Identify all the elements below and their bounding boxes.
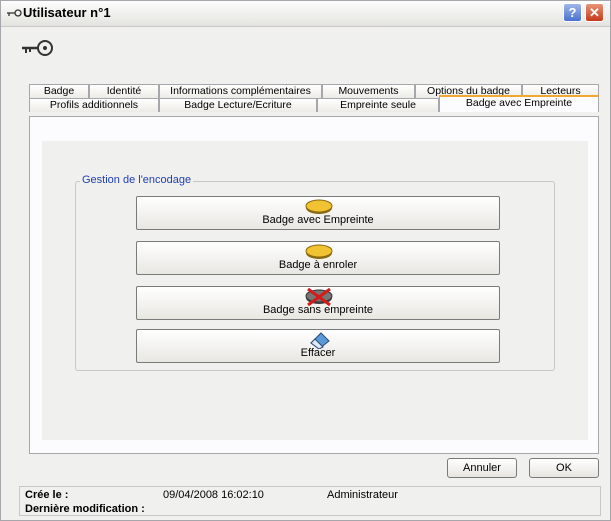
tab-mouvements[interactable]: Mouvements	[322, 84, 415, 98]
help-button[interactable]: ?	[563, 3, 582, 22]
encoding-group: Gestion de l'encodage Badge avec Emprein…	[75, 174, 555, 371]
created-value: 09/04/2008 16:02:10	[163, 489, 264, 501]
group-label: Gestion de l'encodage	[80, 174, 194, 186]
badge-a-enroler-button[interactable]: Badge à enroler	[136, 241, 500, 275]
key-icon	[7, 9, 22, 17]
tab-strip: Badge Identité Informations complémentai…	[29, 81, 599, 112]
tab-empreinte-seule[interactable]: Empreinte seule	[317, 98, 439, 112]
tab-profils[interactable]: Profils additionnels	[29, 98, 159, 112]
ok-button[interactable]: OK	[529, 458, 599, 478]
tab-informations[interactable]: Informations complémentaires	[159, 84, 322, 98]
key-icon	[22, 40, 53, 56]
tab-identite[interactable]: Identité	[89, 84, 159, 98]
content-area: Gestion de l'encodage Badge avec Emprein…	[42, 141, 588, 440]
badge-sans-empreinte-button[interactable]: Badge sans empreinte	[136, 286, 500, 320]
status-panel: Crée le : 09/04/2008 16:02:10 Administra…	[19, 486, 601, 516]
created-by: Administrateur	[327, 489, 398, 501]
tab-badge-avec-empreinte[interactable]: Badge avec Empreinte	[439, 95, 599, 112]
close-button[interactable]: ✕	[585, 3, 604, 22]
cancel-button[interactable]: Annuler	[447, 458, 517, 478]
tab-lecture-ecriture[interactable]: Badge Lecture/Ecriture	[159, 98, 317, 112]
window-title: Utilisateur n°1	[23, 5, 111, 20]
effacer-button[interactable]: Effacer	[136, 329, 500, 363]
badge-avec-empreinte-button[interactable]: Badge avec Empreinte	[136, 196, 500, 230]
dialog-window: Utilisateur n°1 ? ✕ Badge Identité Infor…	[0, 0, 611, 521]
title-bar: Utilisateur n°1 ? ✕	[1, 1, 610, 27]
tab-badge[interactable]: Badge	[29, 84, 89, 98]
created-label: Crée le :	[25, 489, 69, 501]
tab-panel: Gestion de l'encodage Badge avec Emprein…	[29, 116, 599, 454]
modified-label: Dernière modification :	[25, 503, 145, 515]
